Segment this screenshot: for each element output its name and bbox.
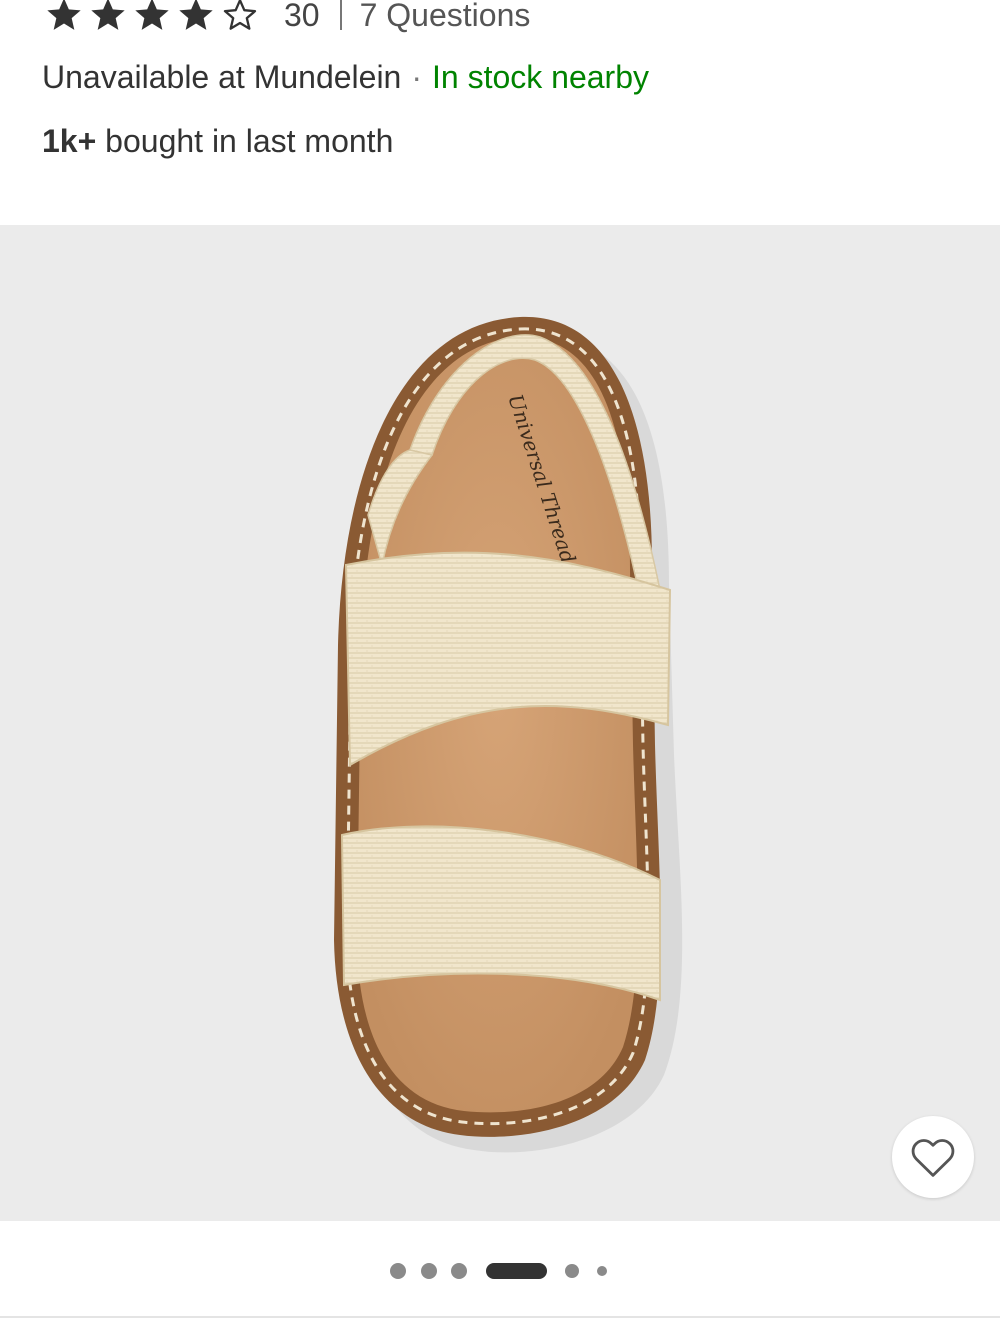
rating-count[interactable]: 30 — [284, 0, 320, 34]
star-filled-icon — [91, 0, 125, 30]
pagination-dot[interactable] — [597, 1266, 607, 1276]
star-outline-icon — [223, 0, 257, 30]
rating-row[interactable]: 30 7 Questions — [44, 0, 530, 36]
favorite-button[interactable] — [892, 1116, 974, 1198]
bought-count: 1k+ — [42, 123, 97, 159]
bought-text: bought in last month — [105, 123, 394, 159]
star-filled-icon — [47, 0, 81, 30]
pagination-dot[interactable] — [565, 1264, 579, 1278]
store-availability[interactable]: Unavailable at Mundelein — [42, 59, 401, 95]
star-rating[interactable] — [44, 0, 260, 35]
section-divider — [0, 1316, 1000, 1318]
product-image-gallery[interactable]: Universal Thread — [0, 225, 1000, 1221]
pagination-dot-active[interactable] — [486, 1263, 547, 1279]
heart-outline-icon — [911, 1139, 955, 1177]
in-stock-nearby-link[interactable]: In stock nearby — [432, 59, 649, 95]
carousel-pagination[interactable] — [0, 1258, 1000, 1284]
pagination-dot[interactable] — [451, 1263, 467, 1279]
questions-link[interactable]: 7 Questions — [360, 0, 531, 34]
pagination-dot[interactable] — [421, 1263, 437, 1279]
rating-divider — [339, 0, 342, 30]
sandal-product-image: Universal Thread — [334, 316, 683, 1153]
star-filled-icon — [135, 0, 169, 30]
availability-line: Unavailable at Mundelein · In stock nearby — [42, 56, 649, 98]
bought-last-month: 1k+ bought in last month — [42, 120, 393, 162]
availability-separator: · — [411, 59, 422, 95]
star-filled-icon — [179, 0, 213, 30]
pagination-dot[interactable] — [390, 1263, 406, 1279]
